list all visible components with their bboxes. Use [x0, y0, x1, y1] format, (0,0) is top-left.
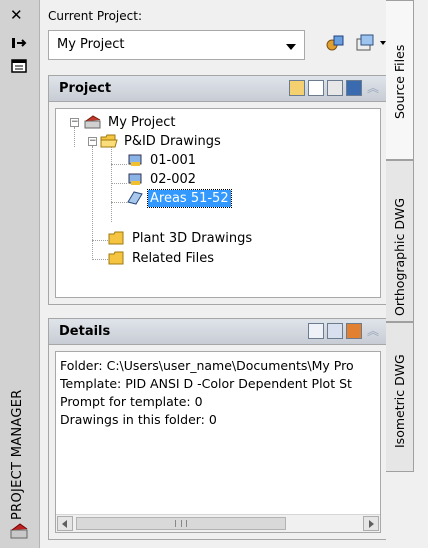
tree-folder-pid[interactable]: P&ID Drawings: [100, 131, 223, 151]
close-icon[interactable]: ✕: [10, 6, 23, 24]
detail-folder: Folder: C:\Users\user_name\Documents\My …: [60, 358, 354, 373]
palette-title-strip: ✕ PROJECT MANAGER: [0, 0, 40, 548]
folder-open-icon: [100, 134, 118, 148]
tree-root-node[interactable]: My Project: [84, 112, 178, 132]
scroll-right-button[interactable]: [363, 516, 379, 531]
collapse-icon[interactable]: ︽: [365, 80, 381, 96]
auto-hide-icon[interactable]: [10, 35, 28, 51]
tree-drawing[interactable]: 02-002: [126, 169, 198, 189]
details-section: Details ︽ Folder: C:\Users\user_name\Doc…: [48, 318, 388, 540]
chevron-down-icon[interactable]: [354, 32, 386, 54]
project-section-title: Project: [59, 81, 112, 96]
properties-icon[interactable]: [10, 58, 28, 74]
current-project-label: Current Project:: [48, 9, 142, 23]
drawing-icon: [128, 173, 142, 185]
project-tree[interactable]: − My Project − P&ID Drawings 01-001 02-0…: [55, 108, 381, 298]
drawing-icon: [128, 154, 142, 166]
details-content: Folder: C:\Users\user_name\Documents\My …: [55, 351, 381, 533]
project-section-header: Project ︽: [49, 76, 387, 102]
chevron-down-icon: [286, 44, 296, 50]
tab-source-files[interactable]: Source Files: [386, 0, 414, 160]
folder-icon: [108, 251, 124, 265]
folder-icon: [108, 231, 124, 245]
tree-folder-plant3d[interactable]: Plant 3D Drawings: [108, 228, 254, 248]
new-folder-icon[interactable]: [289, 80, 305, 96]
palette-title: PROJECT MANAGER: [10, 389, 25, 520]
new-drawing-icon[interactable]: [308, 80, 324, 96]
preview-view-icon[interactable]: [327, 323, 343, 339]
project-section: Project ︽ − My Project − P&ID Drawings 0…: [48, 75, 388, 305]
project-setup-icon[interactable]: [324, 32, 346, 54]
tree-drawing[interactable]: 01-001: [126, 150, 198, 170]
details-view-icon[interactable]: [308, 323, 324, 339]
tab-orthographic-dwg[interactable]: Orthographic DWG: [386, 160, 414, 322]
horizontal-scrollbar[interactable]: [56, 514, 380, 532]
project-toolbar: [310, 28, 388, 60]
tree-folder-related[interactable]: Related Files: [108, 248, 216, 268]
scrollbar-thumb[interactable]: [76, 517, 286, 530]
scroll-left-button[interactable]: [57, 516, 73, 531]
plant-logo-icon: [10, 523, 28, 539]
drawing-set-icon: [127, 191, 143, 205]
vertical-tabs: Source Files Orthographic DWG Isometric …: [386, 0, 428, 548]
status-view-icon[interactable]: [346, 323, 362, 339]
tab-isometric-dwg[interactable]: Isometric DWG: [386, 322, 414, 472]
detail-template: Template: PID ANSI D -Color Dependent Pl…: [60, 376, 352, 391]
tree-drawing-selected[interactable]: Areas 51-52: [126, 188, 232, 208]
project-manager-panel: Current Project: My Project Project ︽ − …: [40, 0, 388, 548]
details-section-title: Details: [59, 324, 111, 339]
copy-drawing-icon[interactable]: [327, 80, 343, 96]
detail-prompt: Prompt for template: 0: [60, 394, 203, 409]
refresh-icon[interactable]: [346, 80, 362, 96]
collapse-root-toggle[interactable]: −: [70, 118, 79, 127]
collapse-pid-toggle[interactable]: −: [88, 137, 97, 146]
current-project-value: My Project: [57, 37, 125, 52]
details-section-header: Details ︽: [49, 319, 387, 345]
collapse-icon[interactable]: ︽: [365, 323, 381, 339]
detail-drawing-count: Drawings in this folder: 0: [60, 412, 217, 427]
current-project-dropdown[interactable]: My Project: [48, 30, 305, 60]
project-icon: [84, 115, 101, 129]
